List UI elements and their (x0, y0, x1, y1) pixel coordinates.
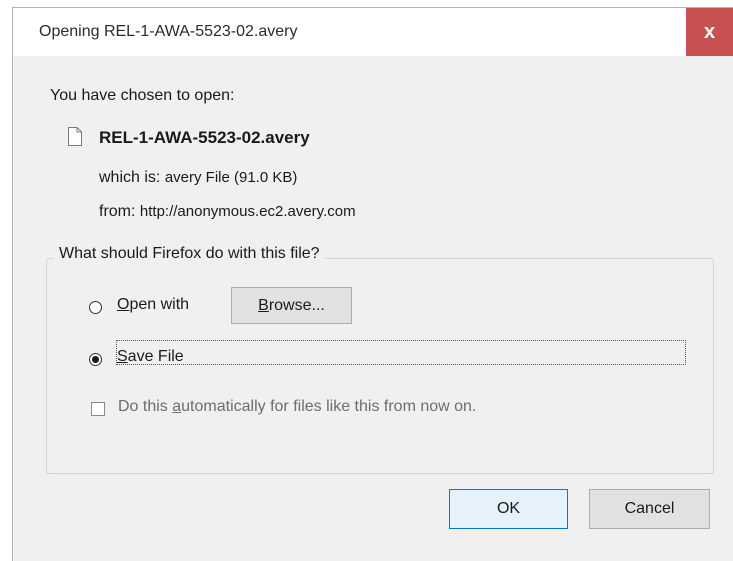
action-groupbox (46, 258, 714, 474)
cancel-button[interactable]: Cancel (589, 489, 710, 529)
open-with-radio[interactable] (89, 301, 102, 314)
save-file-label[interactable]: Save File (117, 348, 184, 366)
download-dialog: Opening REL-1-AWA-5523-02.avery x You ha… (12, 7, 733, 561)
browse-button[interactable]: Browse... (231, 287, 352, 324)
file-source-row: from: http://anonymous.ec2.avery.com (99, 203, 356, 221)
auto-action-accesskey: a (172, 398, 182, 415)
save-file-label-rest: ave File (127, 348, 184, 365)
auto-action-label[interactable]: Do this automatically for files like thi… (118, 398, 476, 416)
ok-button[interactable]: OK (449, 489, 568, 529)
browse-accesskey: B (258, 296, 269, 314)
action-groupbox-legend: What should Firefox do with this file? (54, 245, 325, 263)
title-bar[interactable]: Opening REL-1-AWA-5523-02.avery x (13, 8, 733, 56)
save-file-radio[interactable] (89, 353, 102, 366)
save-file-focus-ring (116, 340, 686, 365)
close-icon: x (703, 20, 716, 43)
browse-label-rest: rowse... (268, 296, 325, 314)
file-type-value: avery File (91.0 KB) (164, 169, 298, 186)
which-is-label: which is: (99, 169, 161, 186)
save-file-accesskey: S (117, 348, 128, 365)
open-with-accesskey: O (117, 296, 130, 313)
dialog-content: You have chosen to open: REL-1-AWA-5523-… (13, 56, 733, 561)
open-with-label[interactable]: Open with (117, 296, 189, 314)
close-button[interactable]: x (686, 8, 733, 56)
dialog-title: Opening REL-1-AWA-5523-02.avery (39, 23, 298, 40)
from-label: from: (99, 203, 136, 220)
file-name: REL-1-AWA-5523-02.avery (99, 128, 310, 147)
open-with-label-rest: pen with (129, 296, 190, 313)
file-icon (68, 127, 82, 146)
auto-action-label-start: Do this (118, 398, 173, 415)
file-source-value: http://anonymous.ec2.avery.com (139, 203, 356, 220)
chosen-to-open-heading: You have chosen to open: (50, 87, 235, 104)
file-type-row: which is: avery File (91.0 KB) (99, 169, 297, 187)
auto-action-label-rest: utomatically for files like this from no… (181, 398, 477, 415)
auto-action-checkbox[interactable] (91, 402, 105, 416)
